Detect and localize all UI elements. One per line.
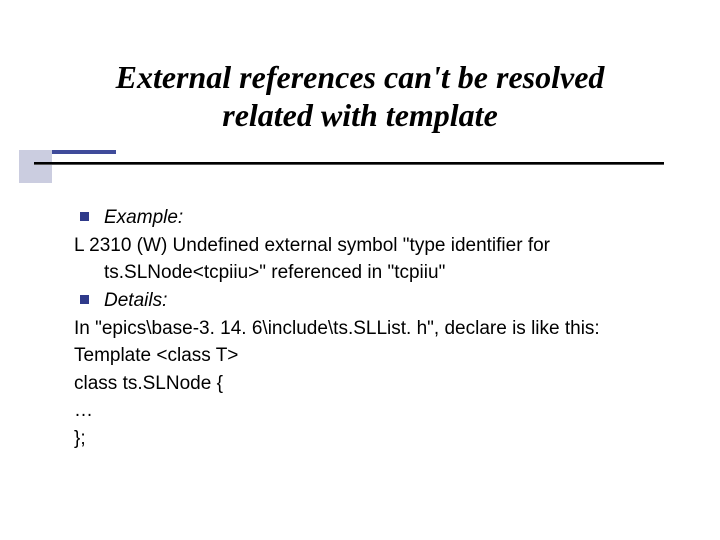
code-line-4: }; [74,426,684,452]
title-line-1: External references can't be resolved [0,58,720,96]
bullet-square-icon [80,295,89,304]
slide: External references can't be resolved re… [0,0,720,540]
accent-square [19,150,52,183]
bullet-square-icon [80,212,89,221]
title-line-2: related with template [0,96,720,134]
divider-line [34,162,664,164]
code-line-3: … [74,398,684,424]
bullet-example-label: Example: [104,207,183,228]
slide-title: External references can't be resolved re… [0,58,720,135]
code-line-1: Template <class T> [74,343,684,369]
bullet-example: Example: [74,205,684,231]
slide-body: Example: L 2310 (W) Undefined external s… [74,205,684,454]
bullet-details-label: Details: [104,290,167,311]
code-line-2: class ts.SLNode { [74,371,684,397]
details-text-line-1: In "epics\base-3. 14. 6\include\ts.SLLis… [74,316,684,342]
example-text-line-2: ts.SLNode<tcpiiu>" referenced in "tcpiiu… [74,260,684,286]
bullet-details: Details: [74,288,684,314]
example-text-line-1: L 2310 (W) Undefined external symbol "ty… [74,233,684,259]
